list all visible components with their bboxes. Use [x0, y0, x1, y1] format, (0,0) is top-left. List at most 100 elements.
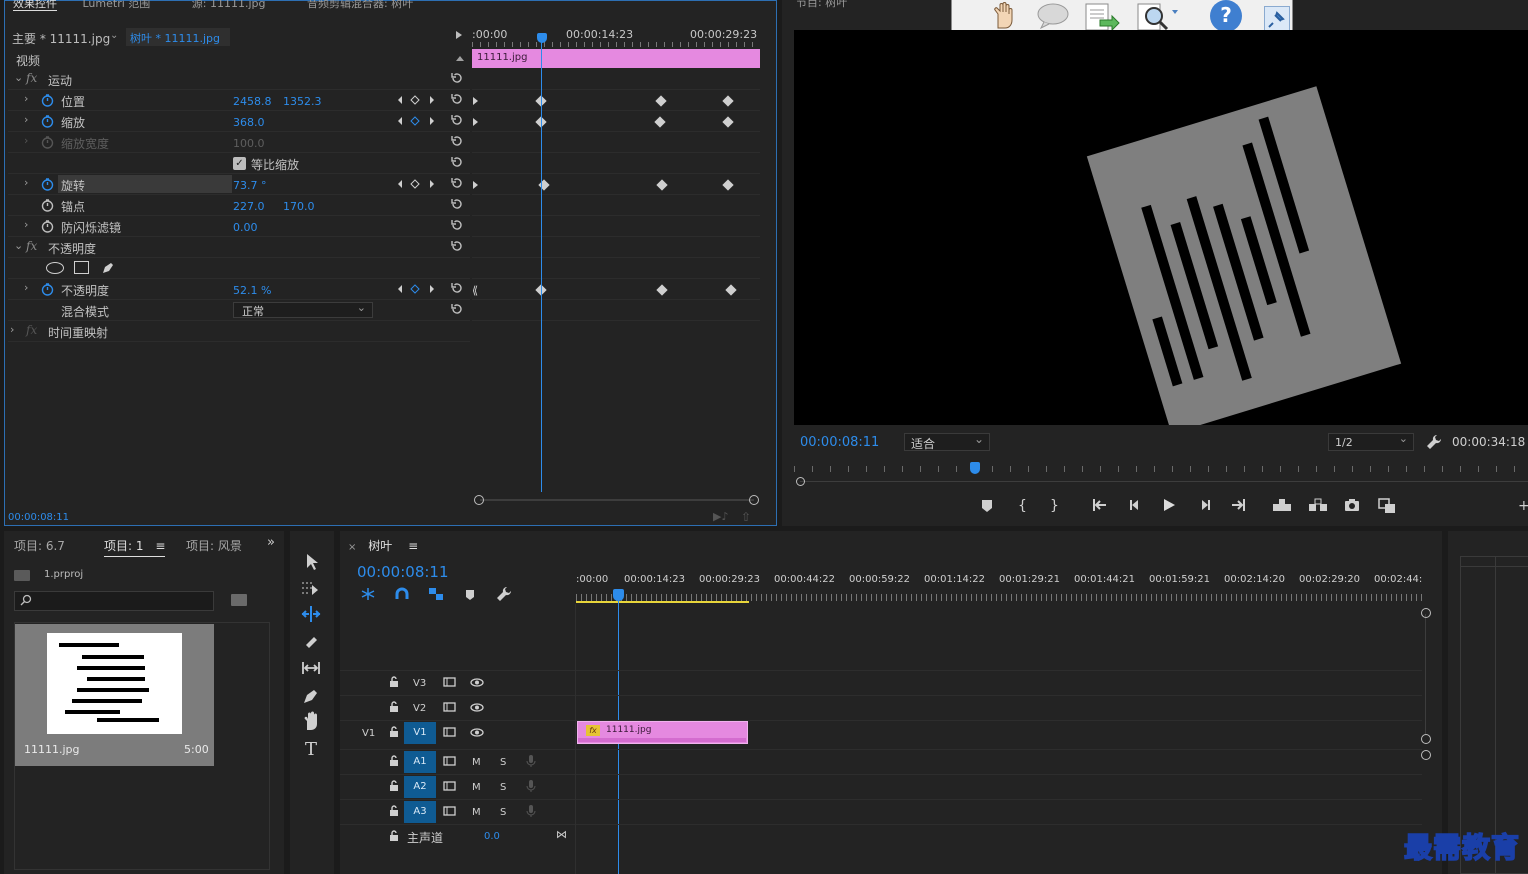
scale-value[interactable]: 368.0 [233, 116, 265, 129]
mute-button[interactable]: M [472, 782, 481, 793]
microphone-icon[interactable] [526, 804, 536, 818]
export-icon[interactable]: ⇧ [741, 510, 751, 524]
lock-icon[interactable] [389, 701, 399, 712]
solo-button[interactable]: S [500, 782, 506, 793]
row-rotation[interactable]: › 旋转 73.7 ° [8, 174, 470, 195]
pen-tool-icon[interactable] [300, 685, 322, 707]
master-volume-value[interactable]: 0.0 [484, 831, 500, 842]
reset-icon[interactable] [450, 176, 464, 190]
selection-tool-icon[interactable] [300, 550, 322, 572]
step-forward-icon[interactable] [1198, 498, 1216, 516]
lock-icon[interactable] [389, 726, 399, 737]
ec-clip-bar[interactable]: 11111.jpg [472, 49, 760, 68]
sync-lock-icon[interactable] [443, 677, 456, 687]
row-flicker[interactable]: › 防闪烁滤镜 0.00 [8, 216, 470, 237]
blend-mode-select[interactable]: 正常 ⌄ [233, 301, 373, 318]
ec-timeline-ruler[interactable]: :00:00 00:00:14:23 00:00:29:23 [472, 28, 760, 48]
sync-lock-icon[interactable] [443, 781, 456, 791]
snap-icon[interactable] [360, 587, 376, 601]
reset-icon[interactable] [450, 281, 464, 295]
play-arrow-icon[interactable] [456, 31, 462, 39]
keyframe-nav[interactable] [396, 94, 440, 106]
chevron-down-icon[interactable]: ⌄ [14, 239, 23, 252]
anchor-x-value[interactable]: 227.0 [233, 200, 265, 213]
fit-select[interactable]: 适合 ⌄ [904, 432, 990, 451]
reset-icon[interactable] [450, 218, 464, 232]
lock-icon[interactable] [389, 676, 399, 687]
help-icon[interactable]: ? [1210, 0, 1242, 32]
stopwatch-icon[interactable] [41, 283, 54, 296]
wrench-icon[interactable] [496, 586, 512, 602]
eye-icon[interactable] [470, 703, 484, 712]
keyframe-nav[interactable] [396, 115, 440, 127]
ec-zoom-scrollbar[interactable] [474, 495, 760, 505]
timeline-ruler[interactable]: :00:00 00:00:14:23 00:00:29:23 00:00:44:… [576, 574, 1422, 604]
linked-selection-icon[interactable] [428, 587, 444, 601]
tab-audio-mixer[interactable]: 音频剪辑混合器: 树叶 [307, 0, 413, 10]
menu-icon[interactable]: ≡ [408, 539, 418, 553]
lock-icon[interactable] [389, 805, 399, 816]
stopwatch-icon[interactable] [41, 115, 54, 128]
wrench-icon[interactable] [1426, 434, 1442, 450]
source-v1-label[interactable]: V1 [362, 728, 375, 739]
sync-lock-icon[interactable] [443, 806, 456, 816]
magnet-icon[interactable] [394, 587, 410, 601]
work-area-bar[interactable] [576, 601, 749, 603]
program-timecode[interactable]: 00:00:08:11 [800, 435, 879, 450]
row-time-remap[interactable]: › fx 时间重映射 [8, 321, 470, 342]
reset-icon[interactable] [450, 302, 464, 316]
solo-button[interactable]: S [500, 757, 506, 768]
microphone-icon[interactable] [526, 779, 536, 793]
new-bin-icon[interactable] [231, 594, 247, 606]
position-x-value[interactable]: 2458.8 [233, 95, 272, 108]
reset-icon[interactable] [450, 239, 464, 253]
more-tabs-icon[interactable]: » [267, 535, 275, 550]
flicker-value[interactable]: 0.00 [233, 221, 258, 234]
program-scrubber[interactable] [794, 462, 1528, 488]
track-select-tool-icon[interactable] [300, 577, 322, 599]
chevron-right-icon[interactable]: › [24, 113, 28, 126]
camera-icon[interactable] [1344, 498, 1362, 516]
track-a1-target[interactable]: A1 [404, 751, 436, 773]
row-uniform-scale[interactable]: ✓ 等比缩放 [8, 153, 470, 174]
zoom-icon[interactable] [1136, 2, 1180, 32]
mark-out-icon[interactable]: } [1050, 498, 1068, 516]
lift-icon[interactable] [1272, 498, 1291, 516]
position-y-value[interactable]: 1352.3 [283, 95, 322, 108]
microphone-icon[interactable] [526, 754, 536, 768]
ripple-edit-tool-icon[interactable] [300, 603, 322, 625]
eye-icon[interactable] [470, 678, 484, 687]
project-tab-1[interactable]: 项目: 6.7 [14, 537, 65, 554]
ec-playhead-marker[interactable] [537, 33, 547, 43]
master-clip-label[interactable]: 主要 * 11111.jpg [12, 30, 110, 47]
tab-effect-controls[interactable]: 效果控件 [13, 0, 57, 11]
sync-lock-icon[interactable] [443, 727, 456, 737]
timeline-tab[interactable]: × 树叶 ≡ [348, 537, 418, 554]
lock-icon[interactable] [389, 780, 399, 791]
eye-icon[interactable] [470, 728, 484, 737]
sync-lock-icon[interactable] [443, 756, 456, 766]
sync-lock-icon[interactable] [443, 702, 456, 712]
timeline-timecode[interactable]: 00:00:08:11 [357, 563, 449, 581]
row-position[interactable]: › 位置 2458.8 1352.3 [8, 90, 470, 111]
scrub-handle-left[interactable] [796, 477, 805, 486]
rectangle-mask-icon[interactable] [74, 261, 89, 274]
reset-icon[interactable] [450, 92, 464, 106]
solo-button[interactable]: S [500, 807, 506, 818]
compare-icon[interactable] [1378, 498, 1396, 516]
sequence-clip-label[interactable]: 树叶 * 11111.jpg [126, 28, 230, 46]
step-back-icon[interactable] [1128, 498, 1146, 516]
track-v3-lane[interactable] [340, 670, 1422, 695]
row-scale[interactable]: › 缩放 368.0 [8, 111, 470, 132]
reset-icon[interactable] [450, 113, 464, 127]
chevron-right-icon[interactable]: › [24, 281, 28, 294]
keyframe-nav[interactable] [396, 178, 440, 190]
chevron-down-icon[interactable]: ⌄ [110, 30, 118, 41]
chevron-right-icon[interactable]: › [24, 218, 28, 231]
stopwatch-icon[interactable] [41, 94, 54, 107]
extract-icon[interactable] [1308, 498, 1327, 516]
razor-tool-icon[interactable] [300, 631, 322, 653]
hand-tool-icon[interactable] [300, 711, 322, 733]
reset-icon[interactable] [450, 134, 464, 148]
v-scroll-handle-bottom[interactable] [1421, 734, 1431, 744]
